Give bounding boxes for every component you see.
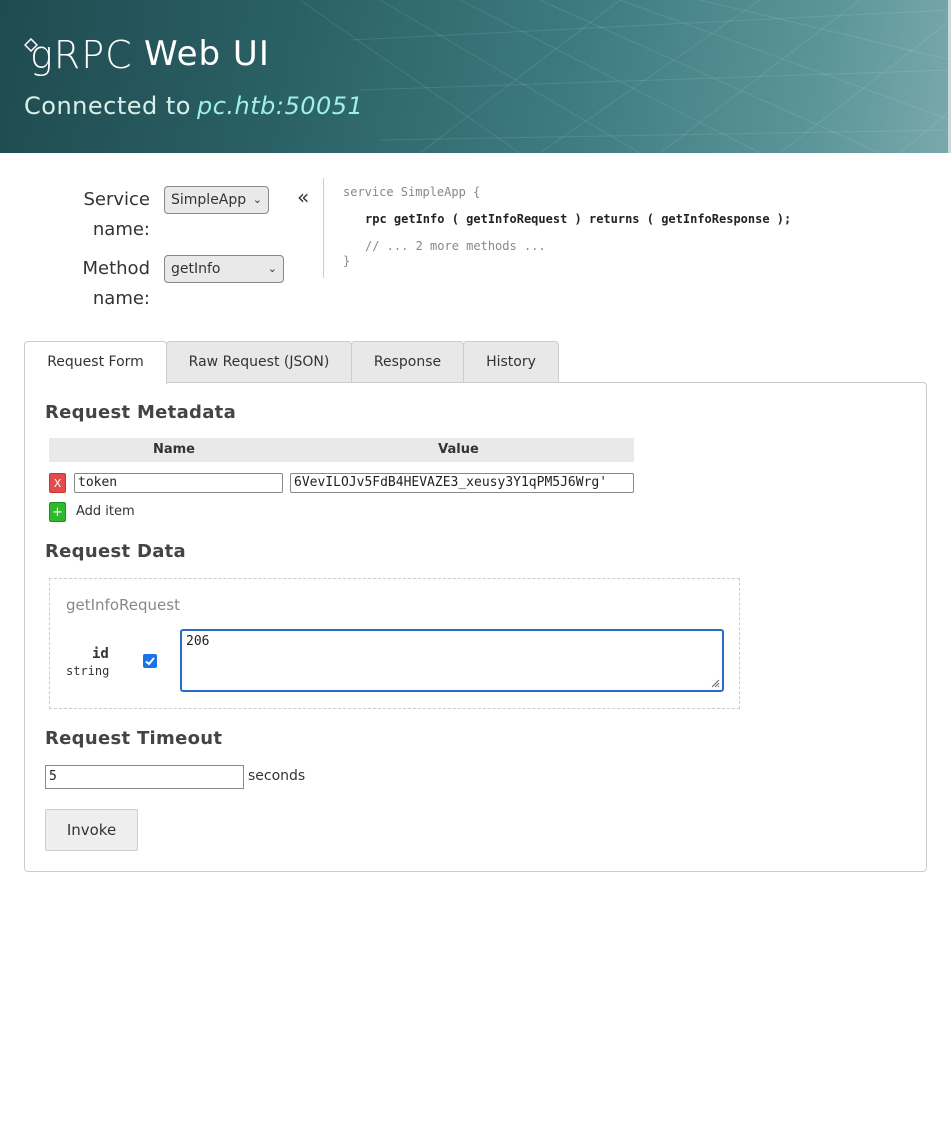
timeout-unit-label: seconds [248,768,306,784]
method-select[interactable]: getInfo ⌄ [164,255,284,283]
metadata-col-name: Name [49,438,299,462]
timeout-input[interactable]: 5 [45,765,244,789]
field-enabled-checkbox[interactable] [143,654,157,668]
proto-rpc-line: rpc getInfo ( getInfoRequest ) returns (… [365,212,792,226]
logo-text: gRPC [30,33,133,77]
connected-host: pc.htb:50051 [196,92,364,120]
message-name: getInfoRequest [66,596,180,614]
service-label-line1: Service [83,189,150,210]
field-value-text: 206 [186,634,210,649]
request-data-heading: Request Data [45,541,186,562]
service-name-label: Service name: [10,185,150,245]
request-metadata-heading: Request Metadata [45,402,237,423]
method-label-line2: name: [92,288,150,309]
tab-history[interactable]: History [463,341,559,383]
field-type: string [66,664,110,678]
metadata-name-input[interactable]: token [74,473,283,493]
remove-metadata-button[interactable]: X [49,473,66,493]
method-select-value: getInfo [171,261,221,277]
collapse-proto-icon[interactable]: « [297,185,309,209]
resize-grip-icon[interactable] [711,679,720,688]
add-item-label: Add item [76,504,135,519]
service-select-value: SimpleApp [171,192,247,208]
header-banner [0,0,951,153]
add-item-button[interactable]: + [49,502,66,522]
field-name: id [92,646,109,662]
proto-service-line: service SimpleApp { [343,185,481,199]
checkmark-icon [145,657,155,666]
tab-request-form[interactable]: Request Form [24,341,167,384]
app-title: Web UI [144,34,270,74]
proto-definition: service SimpleApp { rpc getInfo ( getInf… [343,184,791,268]
connected-label: Connected to [24,92,191,120]
service-select[interactable]: SimpleApp ⌄ [164,186,269,214]
proto-more-methods[interactable]: // ... 2 more methods ... [365,238,546,254]
method-name-label: Method name: [10,254,150,314]
metadata-value-input[interactable]: 6VevILOJv5FdB4HEVAZE3_xeusy3Y1qPM5J6Wrg' [290,473,634,493]
request-timeout-heading: Request Timeout [45,728,223,749]
field-value-textarea[interactable]: 206 [180,629,724,692]
invoke-button[interactable]: Invoke [45,809,138,851]
vertical-divider [323,178,324,278]
metadata-col-value: Value [283,438,634,462]
connection-status: Connected to pc.htb:50051 [24,92,363,120]
header-background-mesh [299,0,951,153]
chevron-down-icon: ⌄ [267,262,277,275]
method-label-line1: Method [82,258,150,279]
tab-raw-request[interactable]: Raw Request (JSON) [166,341,352,383]
service-label-line2: name: [92,219,150,240]
proto-close-brace: } [343,254,351,268]
tab-response[interactable]: Response [351,341,464,383]
chevron-down-icon: ⌄ [252,193,262,206]
